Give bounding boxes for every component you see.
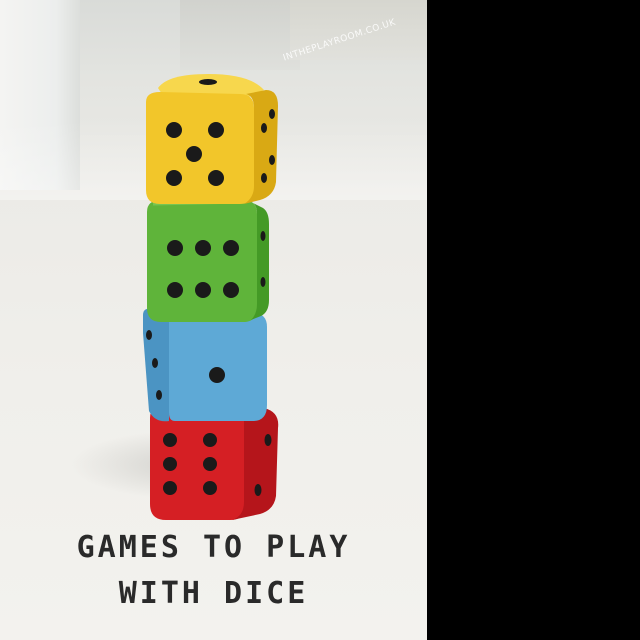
yellow-die xyxy=(146,74,278,204)
title-line-2: WITH DICE xyxy=(118,576,309,611)
black-panel xyxy=(427,0,640,640)
title-line-1: GAMES TO PLAY xyxy=(76,530,351,565)
background-object xyxy=(180,0,300,70)
photo: INTHEPLAYROOM.CO.UK GAMES TO PLAY WITH D… xyxy=(0,0,427,640)
green-die xyxy=(147,200,269,322)
